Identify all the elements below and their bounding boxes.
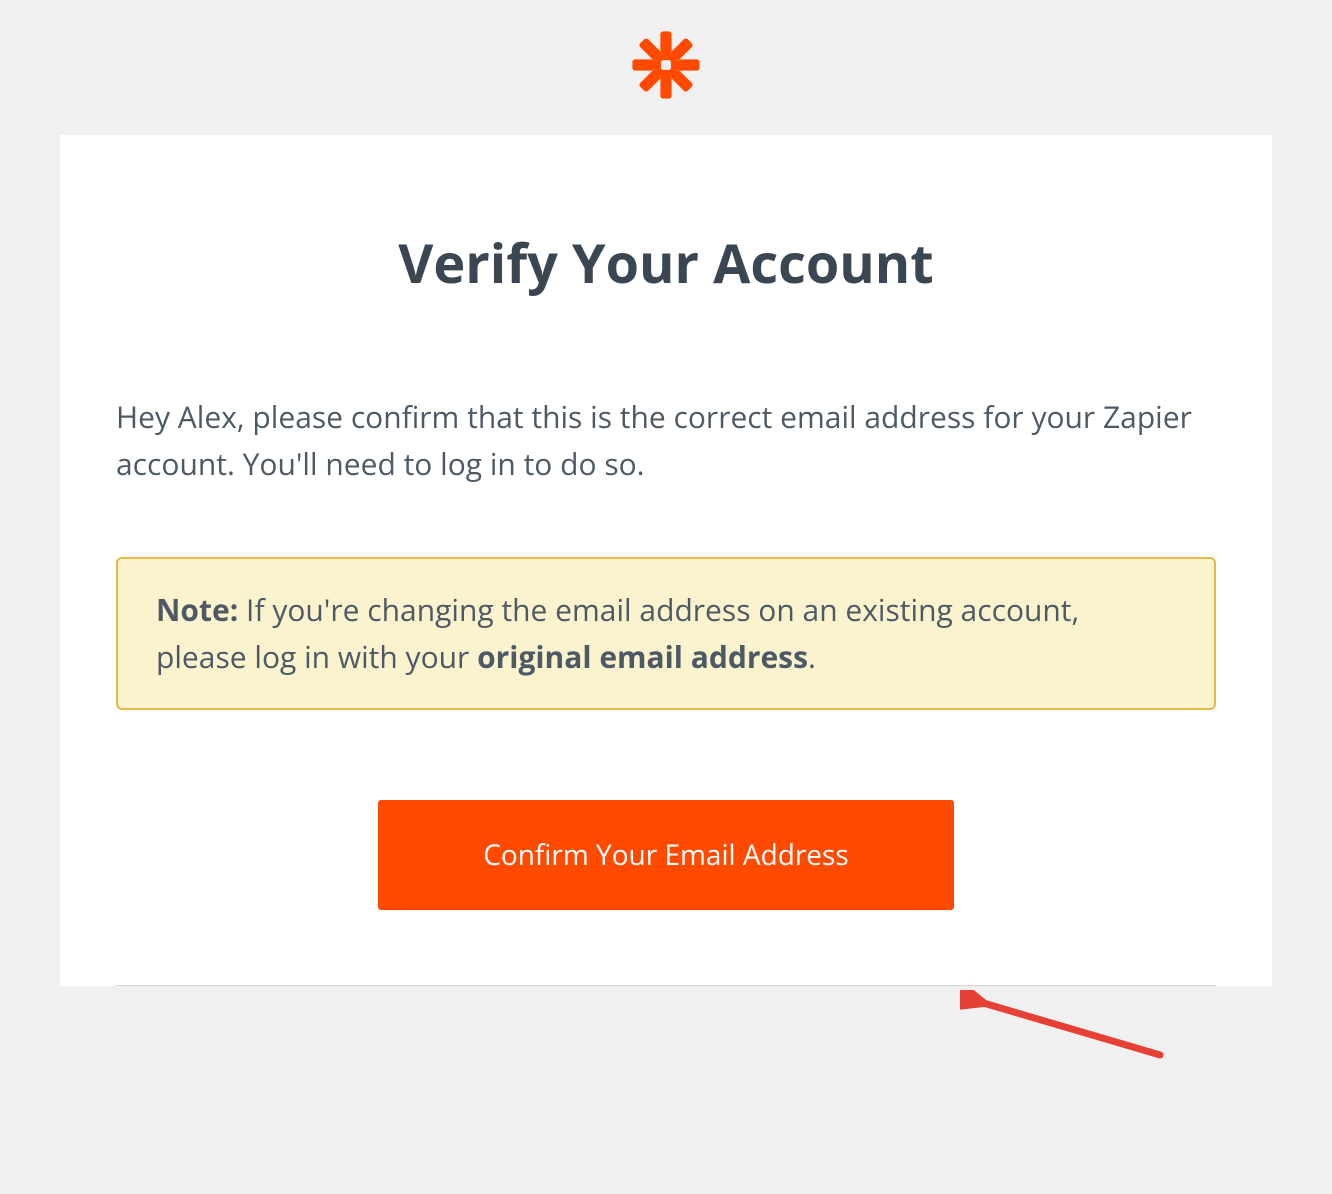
email-header [0, 0, 1332, 135]
intro-paragraph: Hey Alex, please confirm that this is th… [116, 394, 1216, 487]
confirm-email-button[interactable]: Confirm Your Email Address [378, 800, 953, 910]
email-card: Verify Your Account Hey Alex, please con… [60, 135, 1272, 986]
zapier-logo-icon [631, 30, 701, 100]
section-divider [116, 985, 1216, 986]
page-title: Verify Your Account [116, 225, 1216, 299]
note-text-after: . [808, 636, 816, 677]
note-label: Note: [156, 589, 238, 630]
button-row: Confirm Your Email Address [116, 800, 1216, 910]
note-text: Note: If you're changing the email addre… [156, 587, 1176, 680]
annotation-arrow-icon [960, 990, 1180, 1105]
note-bold-phrase: original email address [477, 636, 808, 677]
note-callout: Note: If you're changing the email addre… [116, 557, 1216, 710]
